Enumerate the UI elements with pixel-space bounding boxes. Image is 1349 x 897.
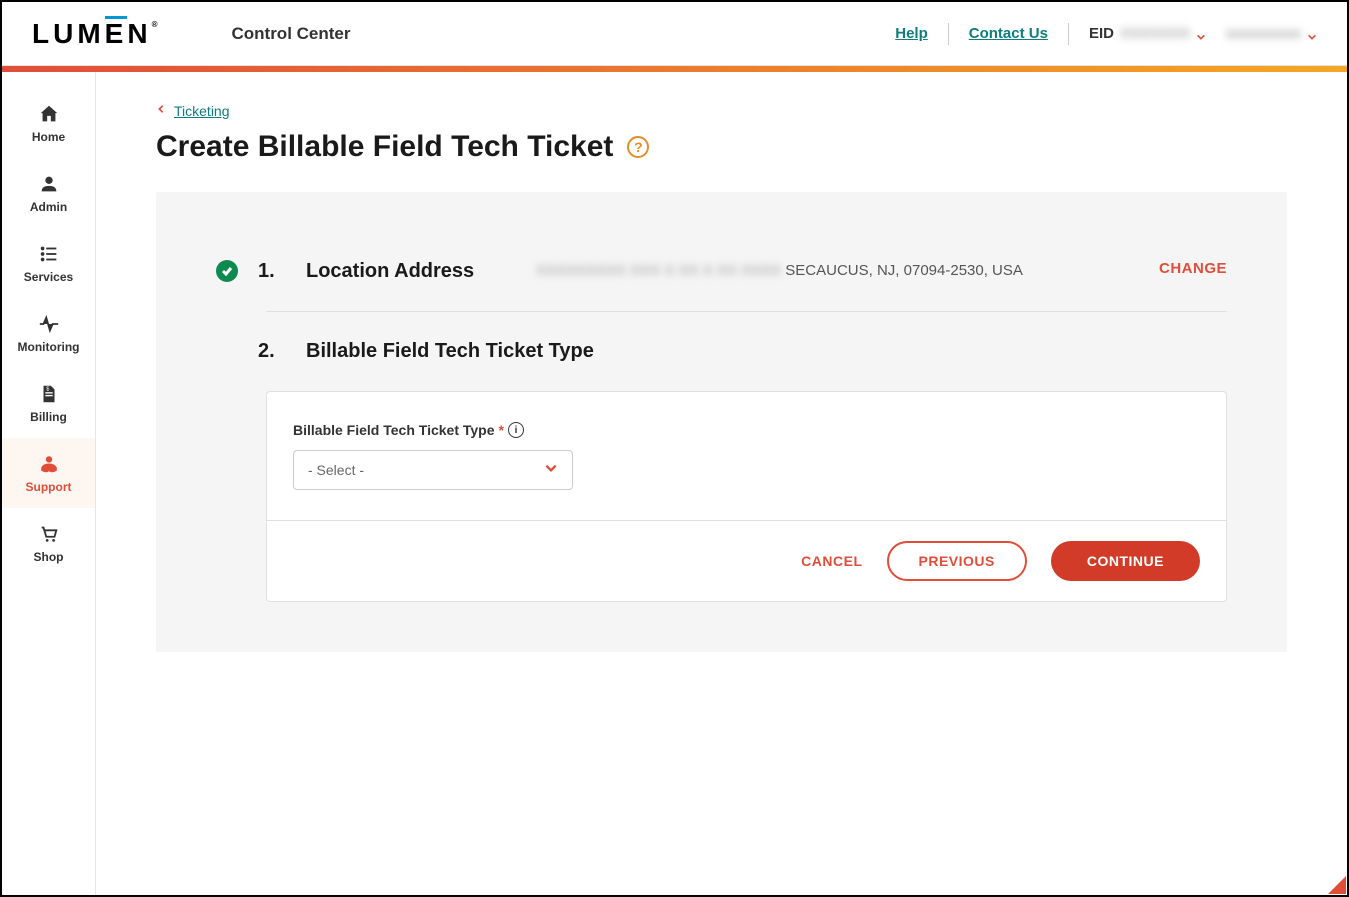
header: LUMEN® Control Center Help Contact Us EI… [2,2,1347,66]
ticket-type-select[interactable]: - Select - [293,450,573,490]
address-hidden: XXXXXXXXX XXX X XX X XX XXXX [536,262,781,279]
user-value: xxxxxxxxxx [1226,25,1301,42]
sidebar-item-label: Monitoring [18,340,80,354]
change-button[interactable]: CHANGE [1159,260,1227,277]
address-visible: SECAUCUS, NJ, 07094-2530, USA [781,262,1023,279]
form-card-body: Billable Field Tech Ticket Type * i - Se… [267,392,1226,520]
list-icon [37,242,61,266]
sidebar-item-label: Services [24,270,73,284]
divider [266,311,1227,312]
field-label: Billable Field Tech Ticket Type * i [293,422,1200,438]
logo: LUMEN® [32,18,161,50]
sidebar-item-label: Billing [30,410,67,424]
activity-icon [37,312,61,336]
logo-n: N [127,18,151,49]
step-2-row: 2. Billable Field Tech Ticket Type [216,322,1227,391]
eid-label: EID [1089,25,1114,42]
user-icon [37,172,61,196]
user-dropdown[interactable]: xxxxxxxxxx [1226,25,1317,42]
chevron-left-icon [156,102,166,120]
sidebar: Home Admin Services Monitoring $ Billing [2,72,96,895]
form-panel: 1. Location Address XXXXXXXXX XXX X XX X… [156,192,1287,652]
cancel-button[interactable]: CANCEL [801,553,862,569]
divider [1068,23,1069,45]
content: Ticketing Create Billable Field Tech Tic… [96,72,1347,895]
sidebar-item-label: Shop [34,550,64,564]
app-title: Control Center [231,24,350,44]
sidebar-item-support[interactable]: Support [2,438,95,508]
breadcrumb-link-ticketing[interactable]: Ticketing [174,103,230,119]
sidebar-item-admin[interactable]: Admin [2,158,95,228]
chevron-down-icon [1307,29,1317,39]
form-card-footer: CANCEL PREVIOUS CONTINUE [267,520,1226,601]
sidebar-item-home[interactable]: Home [2,88,95,158]
sidebar-item-monitoring[interactable]: Monitoring [2,298,95,368]
field-label-text: Billable Field Tech Ticket Type [293,422,495,438]
step-1-row: 1. Location Address XXXXXXXXX XXX X XX X… [216,242,1227,301]
home-icon [37,102,61,126]
info-icon[interactable]: i [508,422,524,438]
continue-button[interactable]: CONTINUE [1051,541,1200,581]
support-icon [37,452,61,476]
svg-text:$: $ [46,386,49,392]
previous-button[interactable]: PREVIOUS [887,541,1027,581]
registered-icon: ® [152,20,162,29]
eid-value: XXXXXXX [1120,25,1190,42]
select-placeholder: - Select - [308,462,364,478]
sidebar-item-services[interactable]: Services [2,228,95,298]
step-title: Billable Field Tech Ticket Type [306,340,594,363]
help-icon[interactable]: ? [627,136,649,158]
sidebar-item-label: Admin [30,200,67,214]
sidebar-item-billing[interactable]: $ Billing [2,368,95,438]
page-title: Create Billable Field Tech Ticket [156,130,613,164]
chevron-down-icon [1196,29,1206,39]
step-number: 2. [258,340,286,363]
help-link[interactable]: Help [895,25,928,42]
sidebar-item-label: Support [26,480,72,494]
step-title: Location Address [306,260,516,283]
contact-us-link[interactable]: Contact Us [969,25,1048,42]
sidebar-item-shop[interactable]: Shop [2,508,95,578]
check-circle-icon [216,260,238,282]
sidebar-item-label: Home [32,130,65,144]
logo-text: LUM [32,18,105,49]
page-title-row: Create Billable Field Tech Ticket ? [156,130,1287,164]
corner-triangle-icon [1328,876,1346,894]
required-star-icon: * [499,422,504,438]
form-card: Billable Field Tech Ticket Type * i - Se… [266,391,1227,602]
step-number: 1. [258,260,286,283]
step-value: XXXXXXXXX XXX X XX X XX XXXX SECAUCUS, N… [536,260,1139,283]
logo-e: E [105,18,128,50]
divider [948,23,949,45]
header-right: Help Contact Us EID XXXXXXX xxxxxxxxxx [895,23,1317,45]
chevron-down-icon [544,461,558,480]
cart-icon [37,522,61,546]
invoice-icon: $ [37,382,61,406]
breadcrumb: Ticketing [156,102,1287,120]
main-layout: Home Admin Services Monitoring $ Billing [2,72,1347,895]
eid-dropdown[interactable]: EID XXXXXXX [1089,25,1206,42]
